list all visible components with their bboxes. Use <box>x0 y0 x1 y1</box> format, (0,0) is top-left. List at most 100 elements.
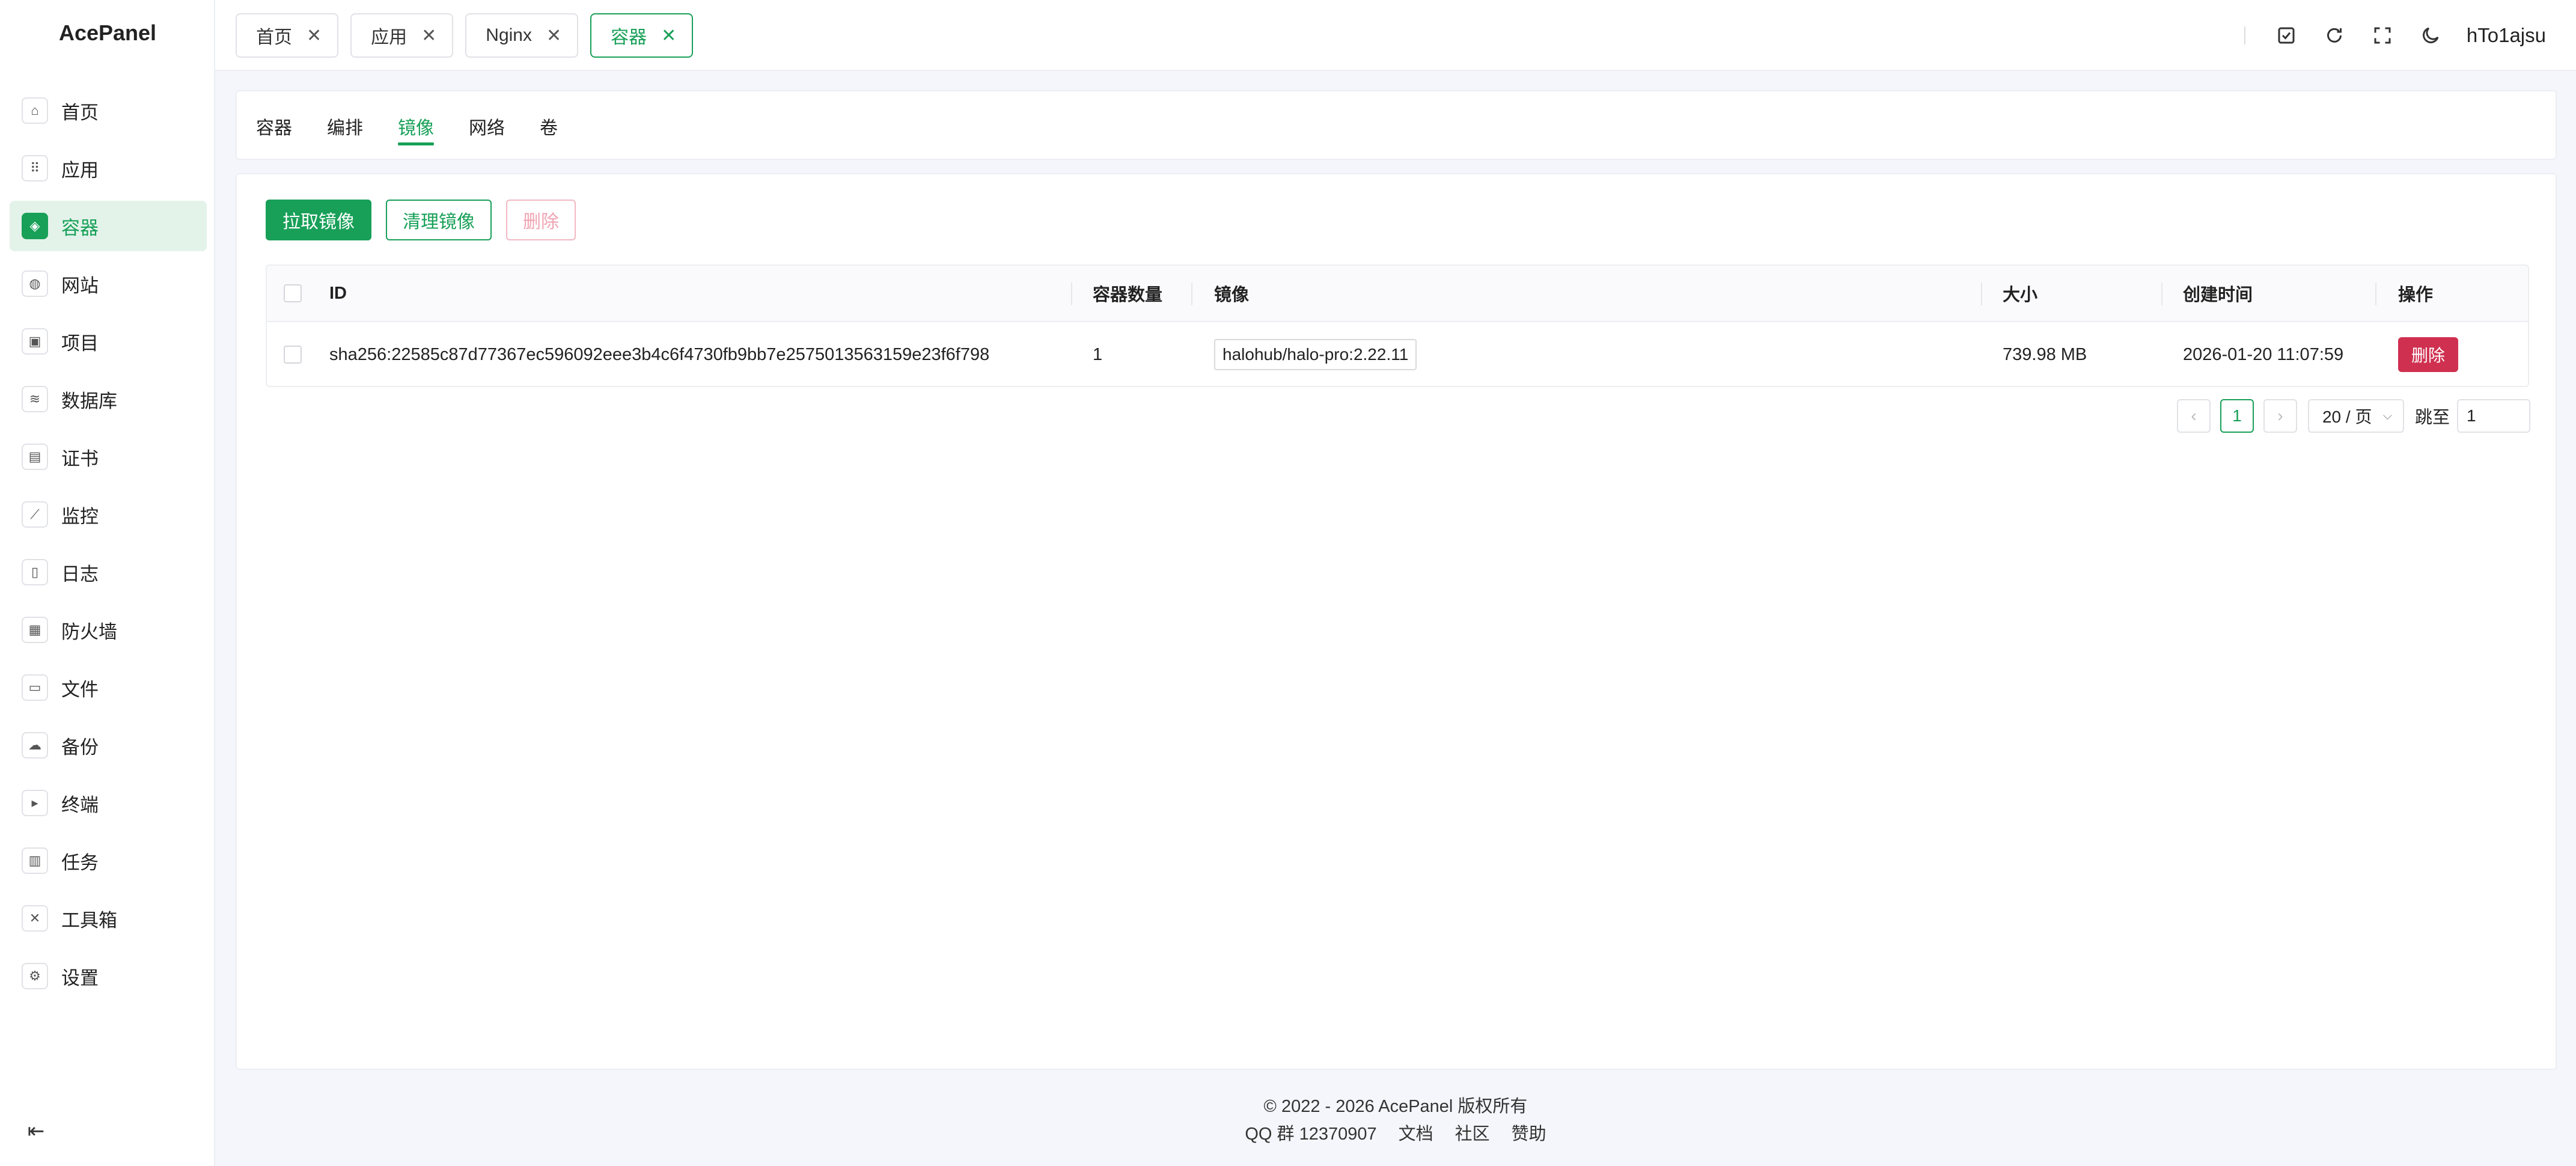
toolbox-icon: ✕ <box>22 905 48 932</box>
page-tab[interactable]: Nginx ✕ <box>465 13 579 58</box>
footer-link-docs[interactable]: 文档 <box>1399 1125 1433 1144</box>
sidebar-item[interactable]: ▭ 文件 <box>10 662 207 713</box>
select-all-checkbox[interactable] <box>284 284 302 302</box>
sidebar-item[interactable]: ◈ 容器 <box>10 201 207 251</box>
page-tab-label: 应用 <box>371 28 407 47</box>
prev-page-icon[interactable]: ‹ <box>2176 399 2211 433</box>
collapse-sidebar-icon[interactable]: ⇤ <box>24 1119 48 1143</box>
subtab[interactable]: 容器 <box>256 91 292 161</box>
firewall-icon: ▦ <box>22 617 48 643</box>
table-header: ID 容器数量 镜像 大小 创建时间 操作 <box>267 266 2528 322</box>
header-actions: 操作 <box>2398 285 2434 305</box>
sidebar-item-label: 监控 <box>61 505 99 527</box>
dark-mode-moon-icon[interactable] <box>2417 22 2444 49</box>
header-container-count: 容器数量 <box>1093 285 1163 305</box>
page-tab[interactable]: 容器 ✕ <box>590 13 694 58</box>
header-image: 镜像 <box>1214 285 1250 305</box>
bulk-delete-button: 删除 <box>506 200 576 240</box>
page-number-button[interactable]: 1 <box>2220 399 2254 433</box>
sidebar-item-label: 数据库 <box>61 390 117 412</box>
sidebar: AcePanel ⌂ 首页 ⠿ 应用 ◈ 容器 ◍ 网站 ▣ 项目 ≋ 数据库 ▤ 证书 ⟋ 监控 ▯ 日志 ▦ 防火… <box>0 0 215 1166</box>
sidebar-item[interactable]: ≋ 数据库 <box>10 374 207 424</box>
page-tab-label: 容器 <box>611 28 647 47</box>
page-tab[interactable]: 首页 ✕ <box>236 13 339 58</box>
sidebar-item[interactable]: ▣ 项目 <box>10 316 207 367</box>
header-actions: hTo1ajsu <box>2244 12 2546 59</box>
close-icon[interactable]: ✕ <box>661 25 676 46</box>
terminal-icon: ▸ <box>22 790 48 816</box>
footer-qq-group: QQ 群 12370907 <box>1245 1125 1377 1144</box>
subtab[interactable]: 网络 <box>469 91 505 161</box>
pagination: ‹ 1 › 20 / 页 ⌵ 跳至 <box>2176 399 2530 433</box>
sidebar-item[interactable]: ▦ 防火墙 <box>10 605 207 655</box>
prune-images-button[interactable]: 清理镜像 <box>386 200 492 240</box>
checkbox-task-icon[interactable] <box>2273 22 2300 49</box>
brand-logo-text: AcePanel <box>58 20 157 45</box>
sidebar-item-label: 终端 <box>61 794 99 816</box>
database-icon: ≋ <box>22 386 48 412</box>
sidebar-item-label: 任务 <box>61 852 99 873</box>
sidebar-item[interactable]: ☁ 备份 <box>10 720 207 771</box>
close-icon[interactable]: ✕ <box>421 25 436 46</box>
sidebar-item[interactable]: ✕ 工具箱 <box>10 893 207 944</box>
subtab[interactable]: 镜像 <box>398 91 434 161</box>
header-divider <box>2244 26 2245 44</box>
container-subtabs: 容器 编排 镜像 网络卷 <box>256 91 593 161</box>
page-tab[interactable]: 应用 ✕ <box>350 13 454 58</box>
sidebar-item-label: 应用 <box>61 159 99 181</box>
sidebar-item[interactable]: ▸ 终端 <box>10 778 207 828</box>
footer-link-sponsor[interactable]: 赞助 <box>1512 1125 1546 1144</box>
sidebar-item-label: 证书 <box>61 448 99 469</box>
page-tab-label: 首页 <box>256 28 292 47</box>
column-divider <box>1981 282 1982 305</box>
sidebar-item-label: 备份 <box>61 736 99 758</box>
sidebar-item[interactable]: ◍ 网站 <box>10 258 207 309</box>
pull-image-button[interactable]: 拉取镜像 <box>266 200 371 240</box>
sidebar-item[interactable]: ▤ 证书 <box>10 432 207 482</box>
project-icon: ▣ <box>22 328 48 355</box>
sidebar-item[interactable]: ▥ 任务 <box>10 835 207 886</box>
fullscreen-icon[interactable] <box>2369 22 2396 49</box>
footer-copyright: © 2022 - 2026 AcePanel 版权所有 <box>1263 1097 1528 1116</box>
close-icon[interactable]: ✕ <box>307 25 322 46</box>
next-page-icon[interactable]: › <box>2263 399 2297 433</box>
sidebar-item[interactable]: ⟋ 监控 <box>10 489 207 540</box>
sidebar-item[interactable]: ⚙ 设置 <box>10 951 207 1001</box>
image-created-time: 2026-01-20 11:07:59 <box>2183 344 2344 364</box>
column-divider <box>1191 282 1192 305</box>
row-checkbox[interactable] <box>284 346 302 364</box>
image-name-tag: halohub/halo-pro:2.22.11 <box>1214 339 1417 370</box>
sidebar-item-label: 文件 <box>61 679 99 700</box>
header-id: ID <box>329 283 347 303</box>
delete-image-button[interactable]: 删除 <box>2398 337 2459 372</box>
top-header: 首页 ✕ 应用 ✕ Nginx ✕ 容器 ✕ hTo1ajsu <box>215 0 2576 71</box>
folder-icon: ▭ <box>22 674 48 701</box>
globe-icon: ◍ <box>22 270 48 297</box>
sidebar-item-label: 设置 <box>61 967 99 989</box>
footer-link-community[interactable]: 社区 <box>1455 1125 1490 1144</box>
page-size-value: 20 / 页 <box>2322 407 2372 426</box>
sidebar-item[interactable]: ⠿ 应用 <box>10 143 207 194</box>
row-actions-cell: 删除 <box>2398 322 2459 386</box>
certificate-icon: ▤ <box>22 444 48 470</box>
sidebar-item-label: 容器 <box>61 217 99 239</box>
container-icon: ◈ <box>22 213 48 239</box>
username[interactable]: hTo1ajsu <box>2467 24 2546 47</box>
column-divider <box>2375 282 2376 305</box>
sidebar-item[interactable]: ⌂ 首页 <box>10 85 207 136</box>
column-divider <box>2161 282 2162 305</box>
container-count: 1 <box>1093 344 1103 364</box>
subtab[interactable]: 卷 <box>540 91 558 161</box>
page-size-select[interactable]: 20 / 页 ⌵ <box>2307 399 2404 433</box>
footer-links: QQ 群 12370907 文档 社区 赞助 <box>215 1120 2576 1148</box>
jump-to-page-input[interactable] <box>2457 399 2530 433</box>
subtab[interactable]: 编排 <box>327 91 363 161</box>
chevron-down-icon: ⌵ <box>2382 409 2392 423</box>
jump-to-label: 跳至 <box>2414 408 2450 427</box>
gear-icon: ⚙ <box>22 963 48 989</box>
close-icon[interactable]: ✕ <box>546 25 561 46</box>
row-select-cell <box>284 322 302 386</box>
page-tab-label: Nginx <box>486 25 532 45</box>
refresh-icon[interactable] <box>2321 22 2348 49</box>
sidebar-item[interactable]: ▯ 日志 <box>10 547 207 597</box>
